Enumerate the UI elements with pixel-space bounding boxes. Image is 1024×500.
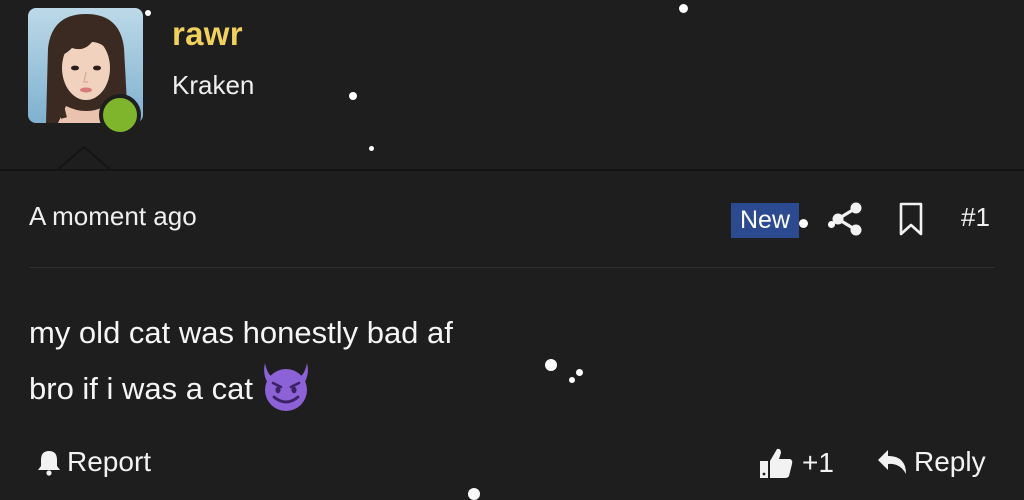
user-title: Kraken	[172, 70, 255, 100]
report-button[interactable]: Report	[35, 446, 151, 478]
message-line-2-text: bro if i was a cat	[29, 371, 253, 406]
post-number-link[interactable]: #1	[961, 202, 990, 233]
bookmark-icon[interactable]	[898, 202, 924, 236]
post-body: A moment ago New #1 my old cat was hones…	[0, 171, 1024, 500]
new-badge: New	[731, 203, 800, 238]
reply-button[interactable]: Reply	[876, 446, 986, 478]
meta-divider	[29, 267, 995, 268]
smiling-devil-emoji-icon	[264, 362, 308, 411]
report-label: Report	[67, 446, 152, 477]
user-header: rawr Kraken	[0, 0, 1024, 172]
reply-label: Reply	[914, 446, 986, 477]
reply-arrow-icon	[878, 450, 906, 474]
bell-icon	[38, 451, 60, 476]
username[interactable]: rawr	[172, 15, 243, 53]
post-message: my old cat was honestly bad af bro if i …	[29, 305, 453, 417]
share-icon[interactable]	[830, 202, 864, 236]
like-count: +1	[802, 447, 834, 478]
message-line-2: bro if i was a cat	[29, 361, 453, 417]
post-timestamp[interactable]: A moment ago	[29, 201, 197, 232]
online-status-indicator	[99, 94, 141, 136]
like-button[interactable]: +1	[758, 446, 834, 480]
message-line-1: my old cat was honestly bad af	[29, 315, 453, 350]
post-page: rawr Kraken A moment ago New #1 my old c…	[0, 0, 1024, 500]
thumbs-up-icon	[760, 448, 793, 478]
